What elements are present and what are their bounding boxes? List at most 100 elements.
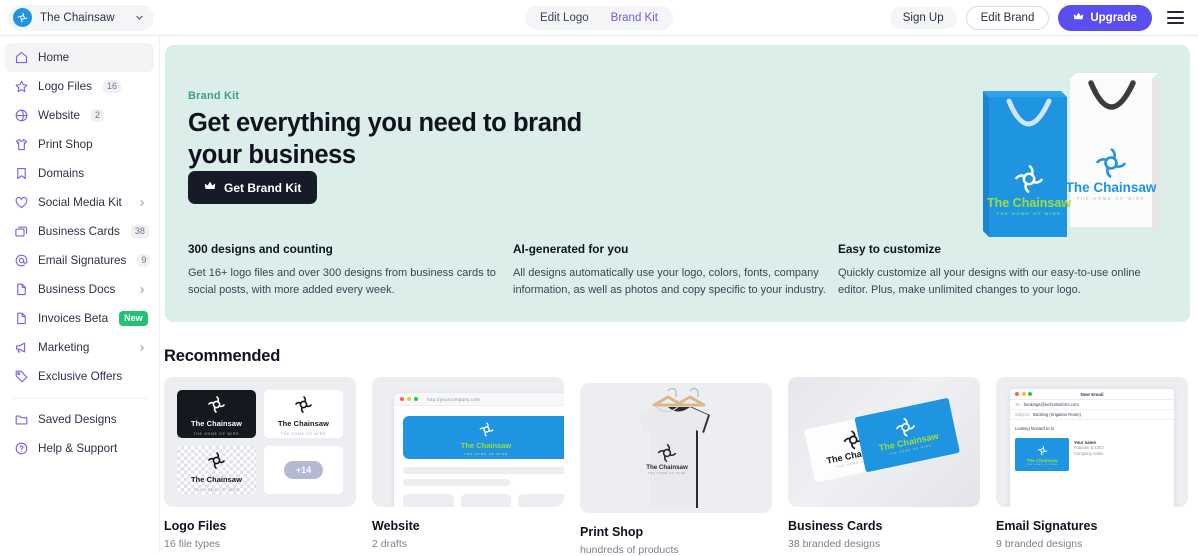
print-shop-thumbnail[interactable]: The Chainsaw THE HOME OF WIRE [580,383,772,513]
card-print-shop[interactable]: The Chainsaw THE HOME OF WIRE Print Shop… [580,383,772,556]
sidebar-item-label: Home [38,51,70,64]
sidebar-item-invoices-beta[interactable]: Invoices Beta New [5,304,154,333]
hero-feature: AI-generated for you All designs automat… [513,242,838,298]
logo-tile-transparent[interactable]: The Chainsaw THE HOME OF WIRE [177,446,256,494]
logo-tile-light[interactable]: The Chainsaw THE HOME OF WIRE [264,390,343,438]
sidebar-item-badge: 9 [137,254,151,267]
email-titlebar: New Email [1010,389,1174,400]
cards-icon [14,224,29,239]
sidebar-item-marketing[interactable]: Marketing [5,333,154,362]
signature-logo-card: The Chainsaw THE HOME OF WIRE [1015,438,1069,471]
sidebar-divider [12,398,147,399]
brand-switcher[interactable]: The Chainsaw [8,4,154,31]
card-subtitle: 16 file types [164,538,221,550]
home-icon [14,50,29,65]
edit-brand-button[interactable]: Edit Brand [965,5,1050,30]
brand-logo-icon [205,449,228,472]
recommended-title: Recommended [164,347,281,365]
document-icon [14,311,29,326]
sidebar-item-label: Saved Designs [38,413,117,426]
feature-body: All designs automatically use your logo,… [513,267,826,296]
sidebar-item-help-support[interactable]: Help & Support [5,434,154,463]
signature-brand-name: The Chainsaw [1026,457,1058,463]
sidebar-item-badge: 2 [91,109,105,122]
email-subject-value: Booking (Irrigation Room) [1033,412,1081,417]
logo-tile-name: The Chainsaw [191,474,242,484]
feature-title: AI-generated for you [513,242,629,256]
card-email-signatures[interactable]: New Email To: bookings@technistoform.com… [996,377,1188,556]
hero-title: Get everything you need to brand your bu… [188,109,582,169]
chevron-right-icon [138,344,146,352]
website-thumbnail[interactable]: http://yourcompany.com The Chainsaw THE … [372,377,564,507]
card-title: Website [372,519,420,533]
logo-tile-dark[interactable]: The Chainsaw THE HOME OF WIRE [177,390,256,438]
sidebar-item-label: Business Docs [38,283,116,296]
svg-text:THE HOME OF WIRE: THE HOME OF WIRE [648,472,686,475]
tab-edit-logo[interactable]: Edit Logo [531,9,598,27]
recommended-cards: The Chainsaw THE HOME OF WIRE The Chains… [164,377,1190,556]
business-cards-thumbnail[interactable]: The Chainsaw THE HOME OF WIRE The Chains… [788,377,980,507]
tshirt-icon [14,137,29,152]
feature-body: Quickly customize all your designs with … [838,267,1141,296]
card-subtitle: 38 branded designs [788,538,881,550]
help-circle-icon [14,441,29,456]
card-website[interactable]: http://yourcompany.com The Chainsaw THE … [372,377,564,556]
upgrade-label: Upgrade [1090,11,1137,24]
sidebar-item-badge: 16 [102,80,121,93]
sidebar-item-label: Exclusive Offers [38,370,123,383]
business-cards-mockup: The Chainsaw THE HOME OF WIRE The Chains… [804,398,960,483]
globe-icon [14,108,29,123]
at-icon [14,253,29,268]
crown-icon [204,180,216,195]
sidebar-item-print-shop[interactable]: Print Shop [5,130,154,159]
tag-icon [14,369,29,384]
sign-up-button[interactable]: Sign Up [889,6,957,29]
sidebar-item-exclusive-offers[interactable]: Exclusive Offers [5,362,154,391]
logo-tile-tagline: THE HOME OF WIRE [280,431,327,436]
shopping-bags-mockup: The Chainsaw THE HOME OF WIRE The Chains… [967,59,1172,239]
upgrade-button[interactable]: Upgrade [1058,4,1152,31]
signature-brand-tagline: THE HOME OF WIRE [1026,463,1058,466]
email-signatures-thumbnail[interactable]: New Email To: bookings@technistoform.com… [996,377,1188,507]
placeholder-line [403,479,510,486]
sidebar-item-home[interactable]: Home [5,43,154,72]
sidebar-item-logo-files[interactable]: Logo Files 16 [5,72,154,101]
sidebar-item-email-signatures[interactable]: Email Signatures 9 [5,246,154,275]
tshirt-mockup: The Chainsaw THE HOME OF WIRE [638,387,710,508]
sidebar-item-social-media-kit[interactable]: Social Media Kit [5,188,154,217]
tab-brand-kit[interactable]: Brand Kit [602,9,667,27]
email-to-value: bookings@technistoform.com [1023,402,1079,407]
chevron-down-icon[interactable] [135,13,144,22]
card-title: Print Shop [580,525,644,539]
website-hero-block: The Chainsaw THE HOME OF WIRE [403,416,564,459]
feature-body: Get 16+ logo files and over 300 designs … [188,267,496,296]
email-window-mock: New Email To: bookings@technistoform.com… [1010,389,1174,507]
sidebar-item-business-cards[interactable]: Business Cards 38 [5,217,154,246]
email-to-label: To: [1015,402,1021,407]
svg-text:The Chainsaw: The Chainsaw [646,464,688,471]
sidebar-item-label: Print Shop [38,138,93,151]
sidebar-item-saved-designs[interactable]: Saved Designs [5,405,154,434]
get-brand-kit-button[interactable]: Get Brand Kit [188,171,318,204]
card-logo-files[interactable]: The Chainsaw THE HOME OF WIRE The Chains… [164,377,356,556]
logo-files-thumbnail[interactable]: The Chainsaw THE HOME OF WIRE The Chains… [164,377,356,507]
window-minimize-dot [407,397,411,401]
svg-text:THE HOME OF WIRE: THE HOME OF WIRE [1077,196,1145,201]
top-header: The Chainsaw Edit Logo Brand Kit Sign Up… [0,0,1198,36]
document-icon [14,282,29,297]
sidebar-item-business-docs[interactable]: Business Docs [5,275,154,304]
folder-icon [14,412,29,427]
placeholder-line [403,467,564,474]
window-maximize-dot [414,397,418,401]
hamburger-icon[interactable] [1167,11,1184,24]
sidebar-item-domains[interactable]: Domains [5,159,154,188]
logo-tile-more[interactable]: +14 [264,446,343,494]
signature-details: Your name Founder & CEO Company name [1074,438,1104,457]
feature-title: 300 designs and counting [188,242,333,256]
card-subtitle: hundreds of products [580,544,679,556]
card-business-cards[interactable]: The Chainsaw THE HOME OF WIRE The Chains… [788,377,980,556]
sidebar-item-label: Marketing [38,341,90,354]
brand-kit-hero-banner: Brand Kit Get everything you need to bra… [165,45,1190,322]
sidebar-item-website[interactable]: Website 2 [5,101,154,130]
hero-features: 300 designs and counting Get 16+ logo fi… [188,242,1170,298]
